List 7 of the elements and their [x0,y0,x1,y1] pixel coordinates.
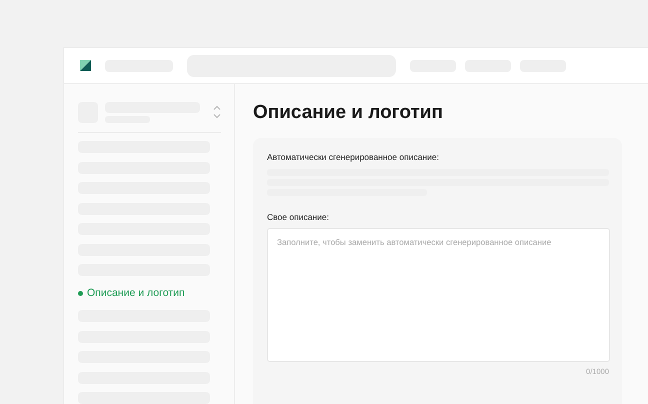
description-field[interactable]: Заполните, чтобы заменить автоматически сгенерированное описание [267,228,610,362]
chevron-updown-icon[interactable] [213,105,221,119]
page-title: Описание и логотип [253,102,444,124]
field-label: Свое описание: [267,212,330,222]
logo-icon [80,60,91,71]
field-label: Автоматически сгенерированное описание: [267,152,440,162]
sidebar-item[interactable]: Описание и логотип [78,284,221,302]
